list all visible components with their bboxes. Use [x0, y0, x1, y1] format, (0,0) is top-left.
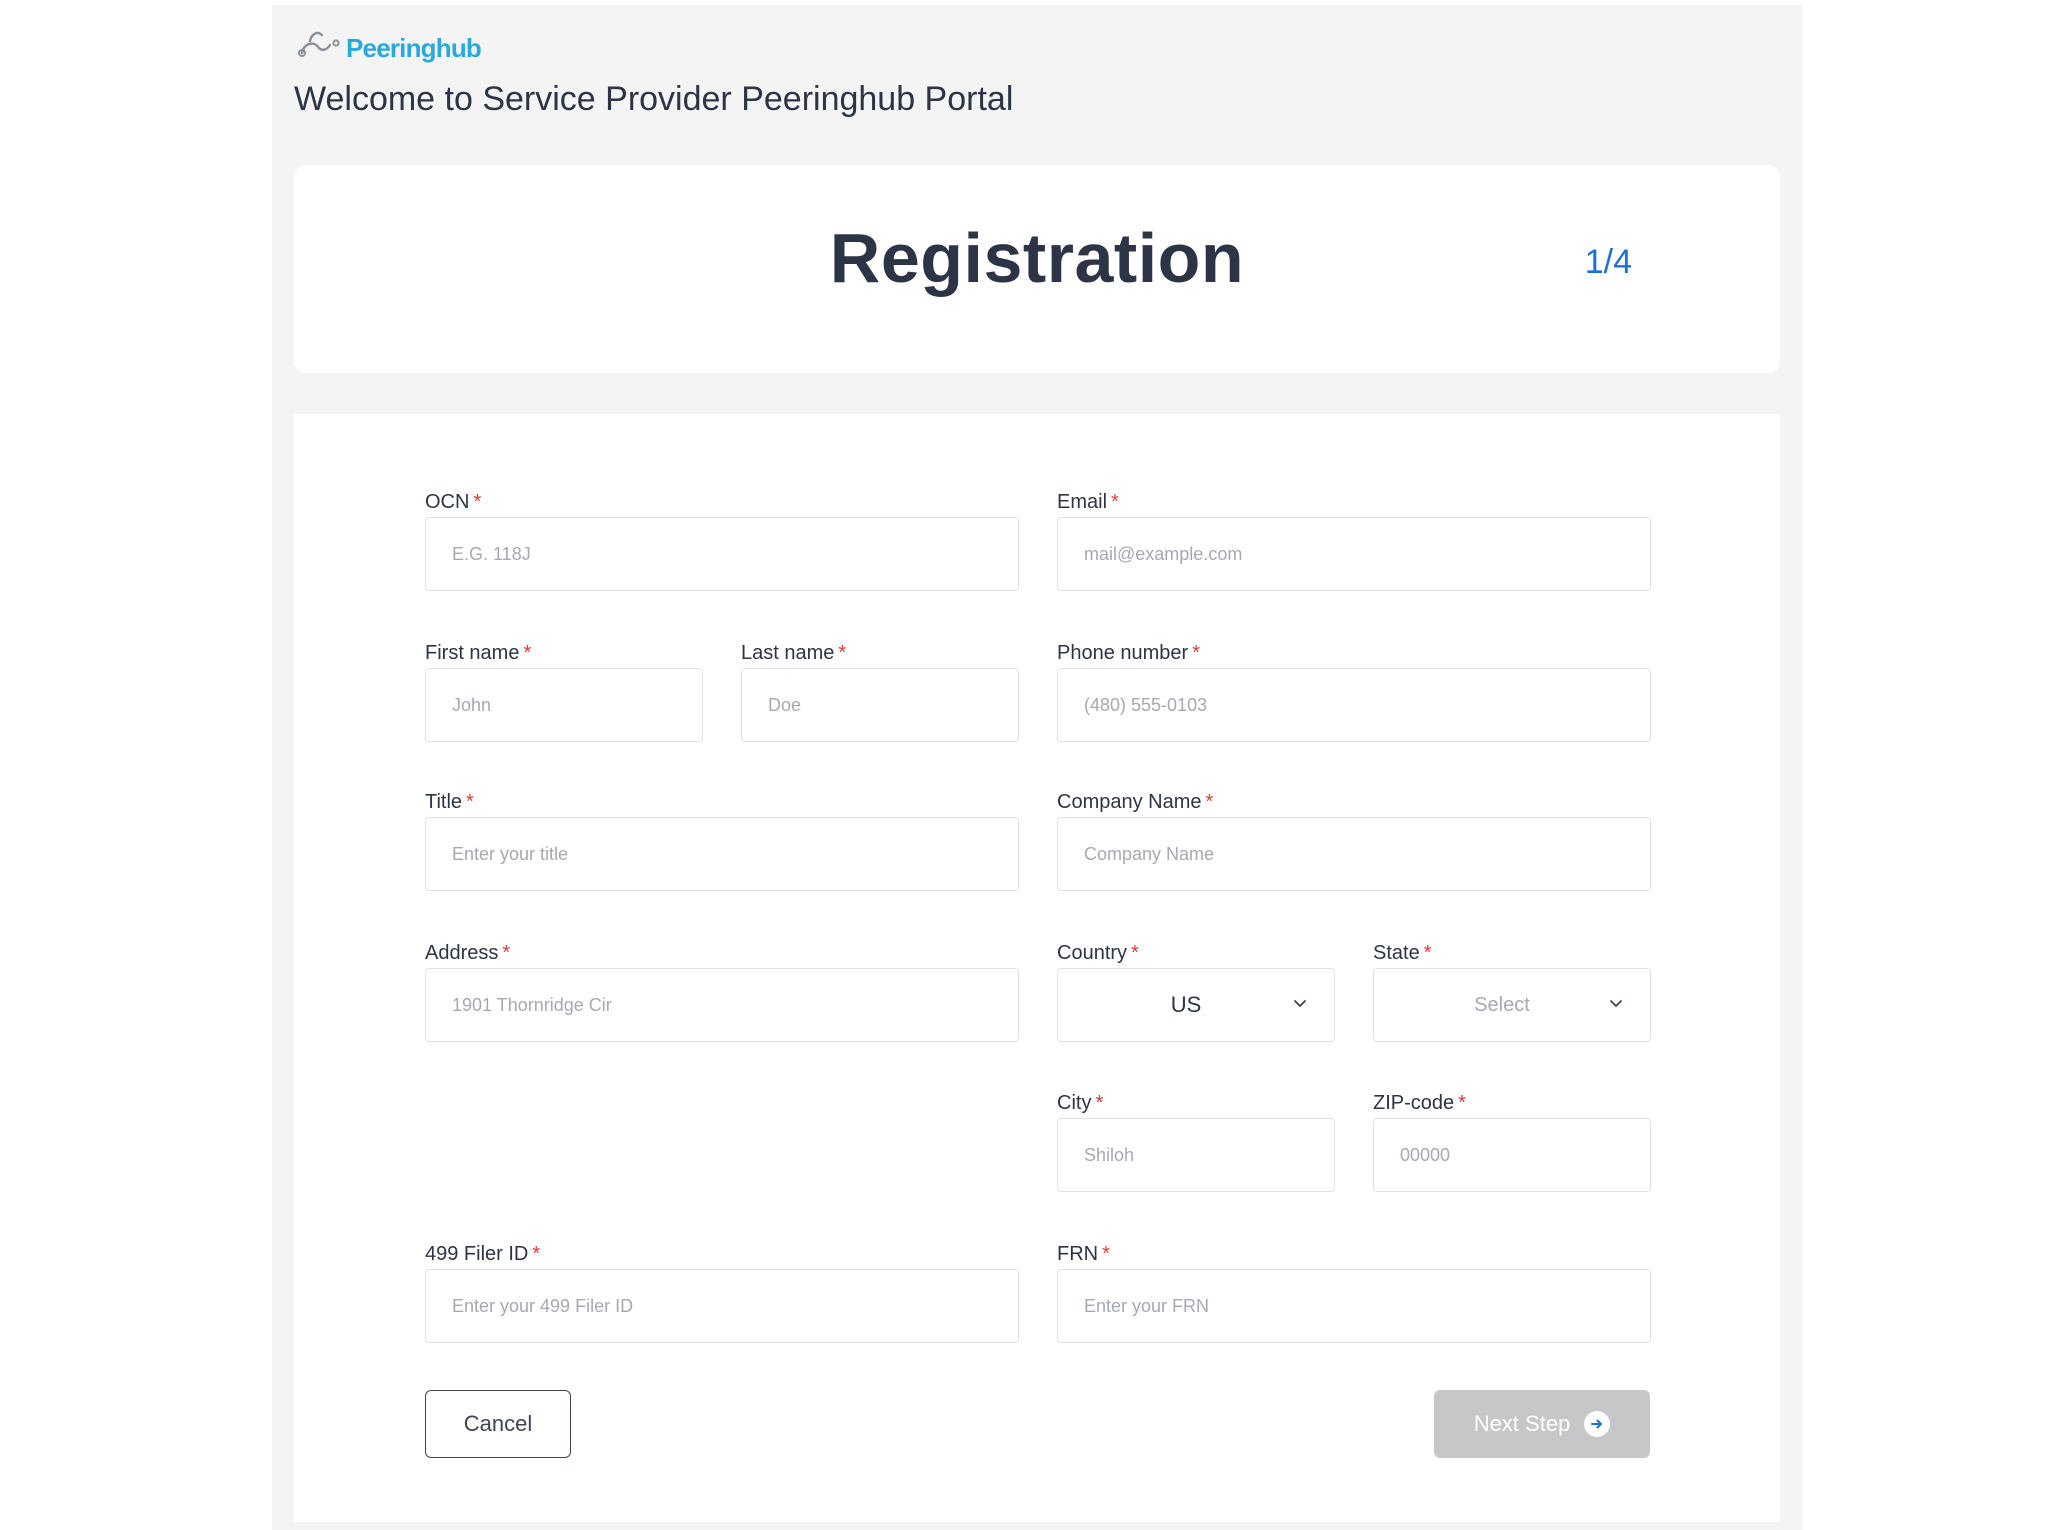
zip-label: ZIP-code * — [1373, 1092, 1466, 1114]
filer-id-label: 499 Filer ID * — [425, 1243, 541, 1265]
phone-input[interactable]: (480) 555-0103 — [1057, 668, 1651, 742]
zip-input[interactable]: 00000 — [1373, 1118, 1651, 1192]
first-name-input[interactable]: John — [425, 668, 703, 742]
cancel-button[interactable]: Cancel — [425, 1390, 571, 1458]
company-field-group: Company Name * Company Name — [1057, 790, 1651, 891]
address-input[interactable]: 1901 Thornridge Cir — [425, 968, 1019, 1042]
email-placeholder: mail@example.com — [1084, 543, 1243, 564]
frn-placeholder: Enter your FRN — [1084, 1295, 1210, 1316]
city-placeholder: Shiloh — [1084, 1144, 1135, 1165]
country-field-group: Country * US — [1057, 941, 1335, 1042]
brand-logo[interactable]: Peeringhub — [296, 21, 496, 73]
country-label: Country * — [1057, 942, 1139, 964]
registration-form: OCN * E.G. 118J Email * mail@example.com F… — [294, 414, 1780, 1522]
phone-field-group: Phone number * (480) 555-0103 — [1057, 641, 1651, 742]
peeringhub-logo-icon — [298, 31, 340, 57]
state-label: State * — [1373, 942, 1432, 964]
chevron-down-icon — [1610, 1000, 1622, 1008]
city-field-group: City * Shiloh — [1057, 1091, 1335, 1192]
page-title: Registration — [829, 219, 1245, 297]
step-indicator: 1/4 — [1584, 243, 1632, 281]
ocn-input[interactable]: E.G. 118J — [425, 517, 1019, 591]
zip-field-group: ZIP-code * 00000 — [1373, 1091, 1651, 1192]
city-input[interactable]: Shiloh — [1057, 1118, 1335, 1192]
frn-input[interactable]: Enter your FRN — [1057, 1269, 1651, 1343]
first-name-field-group: First name * John — [425, 641, 703, 742]
registration-header-card: Registration 1/4 — [294, 165, 1780, 373]
ocn-placeholder: E.G. 118J — [452, 543, 531, 564]
last-name-placeholder: Doe — [768, 694, 802, 715]
filer-id-input[interactable]: Enter your 499 Filer ID — [425, 1269, 1019, 1343]
arrow-right-circle-icon — [1584, 1411, 1611, 1437]
city-label: City * — [1057, 1092, 1104, 1114]
welcome-heading: Welcome to Service Provider Peeringhub P… — [294, 80, 1014, 118]
next-step-button[interactable]: Next Step — [1434, 1390, 1650, 1458]
last-name-label: Last name * — [741, 642, 847, 664]
first-name-label: First name * — [425, 642, 532, 664]
next-step-label: Next Step — [1473, 1411, 1571, 1436]
state-field-group: State * Select — [1373, 941, 1651, 1042]
frn-label: FRN * — [1057, 1243, 1110, 1265]
filer-id-placeholder: Enter your 499 Filer ID — [452, 1295, 634, 1316]
company-input[interactable]: Company Name — [1057, 817, 1651, 891]
address-label: Address * — [425, 942, 511, 964]
title-field-group: Title * Enter your title — [425, 790, 1019, 891]
ocn-label: OCN * — [425, 491, 482, 513]
company-label: Company Name * — [1057, 791, 1214, 813]
address-field-group: Address * 1901 Thornridge Cir — [425, 941, 1019, 1042]
brand-name: Peeringhub — [346, 33, 482, 63]
title-input[interactable]: Enter your title — [425, 817, 1019, 891]
company-placeholder: Company Name — [1084, 843, 1215, 864]
phone-label: Phone number * — [1057, 642, 1200, 664]
email-label: Email * — [1057, 491, 1119, 513]
page-shell: Peeringhub Welcome to Service Provider P… — [272, 5, 1802, 1530]
last-name-input[interactable]: Doe — [741, 668, 1019, 742]
title-label: Title * — [425, 791, 474, 813]
state-select[interactable]: Select — [1373, 968, 1651, 1042]
first-name-placeholder: John — [452, 694, 492, 715]
ocn-field-group: OCN * E.G. 118J — [425, 490, 1019, 591]
last-name-field-group: Last name * Doe — [741, 641, 1019, 742]
email-input[interactable]: mail@example.com — [1057, 517, 1651, 591]
title-placeholder: Enter your title — [452, 843, 569, 864]
frn-field-group: FRN * Enter your FRN — [1057, 1242, 1651, 1343]
country-value: US — [1170, 992, 1202, 1017]
filer-id-field-group: 499 Filer ID * Enter your 499 Filer ID — [425, 1242, 1019, 1343]
email-field-group: Email * mail@example.com — [1057, 490, 1651, 591]
state-placeholder: Select — [1474, 993, 1530, 1016]
address-placeholder: 1901 Thornridge Cir — [452, 994, 612, 1015]
chevron-down-icon — [1294, 1000, 1306, 1008]
zip-placeholder: 00000 — [1400, 1144, 1451, 1165]
phone-placeholder: (480) 555-0103 — [1084, 694, 1208, 715]
country-select[interactable]: US — [1057, 968, 1335, 1042]
